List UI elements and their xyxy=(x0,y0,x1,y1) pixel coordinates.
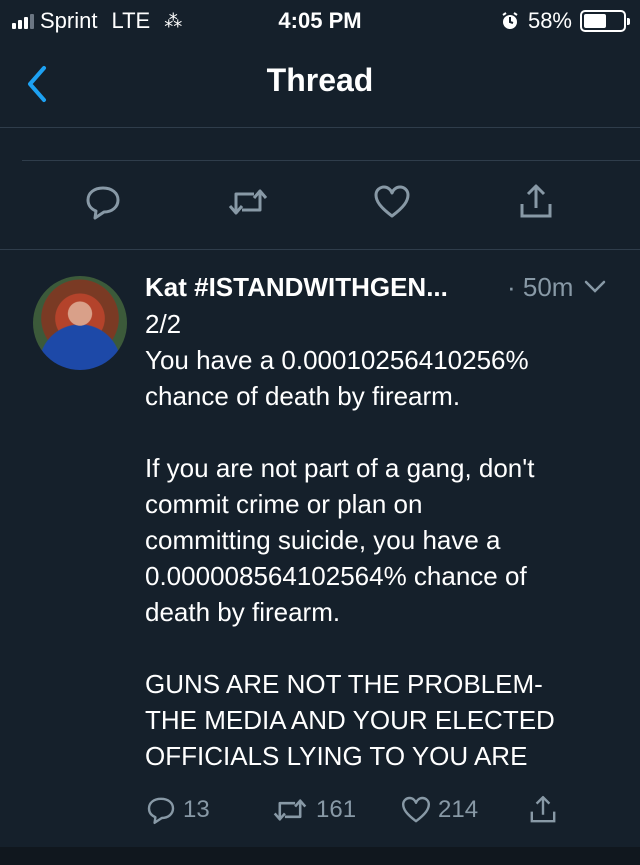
retweet-button[interactable]: 161 xyxy=(270,790,356,830)
page-title: Thread xyxy=(266,62,374,98)
battery-fill xyxy=(584,14,606,28)
retweet-icon xyxy=(228,189,268,215)
bottom-bar xyxy=(0,847,640,865)
divider xyxy=(22,160,640,161)
reply-icon xyxy=(86,186,120,220)
reply-button[interactable]: 13 xyxy=(145,790,210,830)
like-button[interactable] xyxy=(370,180,414,224)
share-icon xyxy=(520,184,552,218)
tweet-line: death by firearm. xyxy=(145,597,341,627)
retweet-count: 161 xyxy=(316,796,357,823)
reply-icon xyxy=(147,797,175,824)
status-right: 58% xyxy=(500,8,630,34)
tweet-line: GUNS ARE NOT THE PROBLEM- xyxy=(145,669,543,699)
share-button[interactable] xyxy=(514,180,558,224)
tweet-line: 2/2 xyxy=(145,309,182,339)
tweet-header: Kat #ISTANDWITHGEN... · 50m xyxy=(145,272,615,306)
alarm-icon xyxy=(502,12,518,29)
retweet-button[interactable] xyxy=(226,180,270,224)
reply-button[interactable] xyxy=(81,180,125,224)
tweet-line: You have a 0.00010256410256% xyxy=(145,345,529,375)
like-count: 214 xyxy=(438,796,479,823)
battery-percent: 58% xyxy=(527,8,572,33)
tweet-text: 2/2 You have a 0.00010256410256% chance … xyxy=(145,306,615,774)
share-button[interactable] xyxy=(527,790,559,830)
tweet-line: commit crime or plan on xyxy=(145,489,423,519)
previous-tweet-actions xyxy=(0,180,640,230)
battery-icon xyxy=(580,10,630,32)
reply-count: 13 xyxy=(183,796,210,823)
avatar[interactable] xyxy=(33,276,127,370)
tweet-time: · 50m xyxy=(507,272,574,302)
chevron-down-icon[interactable] xyxy=(583,278,607,296)
author-name[interactable]: Kat #ISTANDWITHGEN... xyxy=(145,272,448,303)
share-icon xyxy=(530,796,556,823)
status-bar: Sprint LTE ⁂ 4:05 PM 58% xyxy=(0,0,640,40)
tweet-line: chance of death by firearm. xyxy=(145,381,461,411)
tweet-actions: 13 161 214 xyxy=(145,790,615,830)
nav-bar: Thread xyxy=(0,40,640,128)
tweet-line: 0.000008564102564% chance of xyxy=(145,561,527,591)
like-icon xyxy=(374,185,410,218)
like-button[interactable]: 214 xyxy=(400,790,478,830)
retweet-icon xyxy=(273,799,307,821)
tweet-line: THE MEDIA AND YOUR ELECTED xyxy=(145,705,555,735)
like-icon xyxy=(402,796,430,823)
divider xyxy=(0,249,640,250)
tweet-line: OFFICIALS LYING TO YOU ARE xyxy=(145,741,528,771)
tweet-line: committing suicide, you have a xyxy=(145,525,501,555)
tweet-line: If you are not part of a gang, don't xyxy=(145,453,535,483)
